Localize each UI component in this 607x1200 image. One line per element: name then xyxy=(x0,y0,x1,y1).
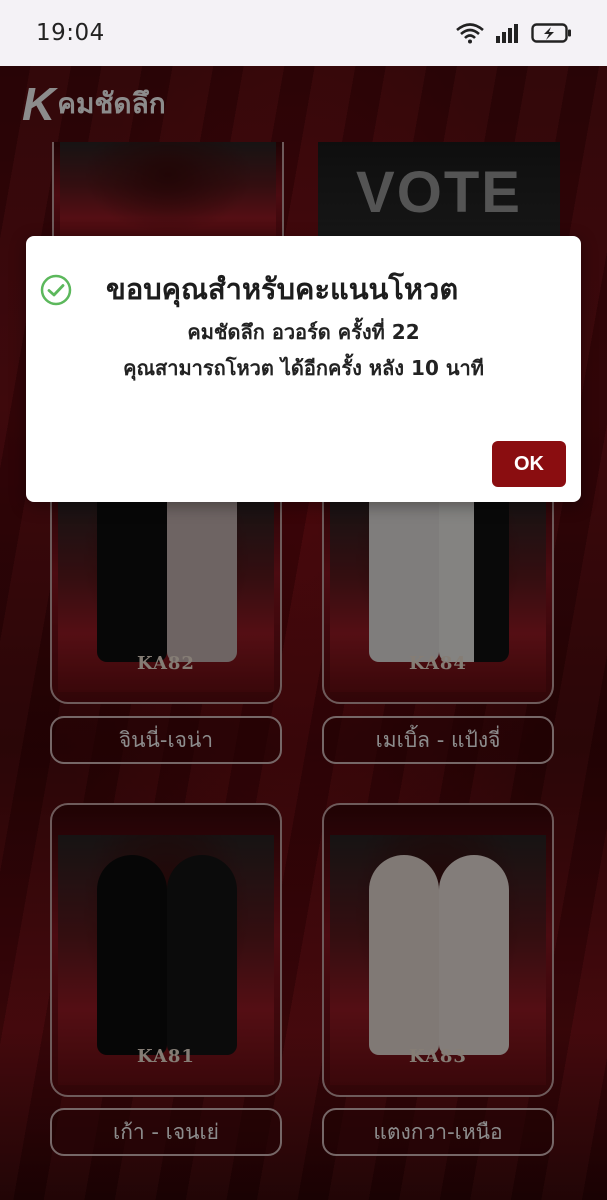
status-time: 19:04 xyxy=(36,20,105,46)
status-bar: 19:04 xyxy=(0,0,607,66)
ok-button[interactable]: OK xyxy=(492,441,566,487)
dialog-message: คุณสามารถโหวต ได้อีกครั้ง หลัง 10 นาที xyxy=(123,356,484,380)
status-icons xyxy=(455,22,573,44)
vote-thanks-dialog: ขอบคุณสำหรับคะแนนโหวต คมชัดลึก อวอร์ด คร… xyxy=(26,236,581,502)
check-circle-icon xyxy=(40,274,72,306)
dialog-subtitle: คมชัดลึก อวอร์ด ครั้งที่ 22 xyxy=(187,320,420,344)
signal-icon xyxy=(496,24,518,43)
dialog-title: ขอบคุณสำหรับคะแนนโหวต xyxy=(106,272,459,306)
battery-charging-icon xyxy=(531,23,571,43)
wifi-icon xyxy=(456,23,484,44)
